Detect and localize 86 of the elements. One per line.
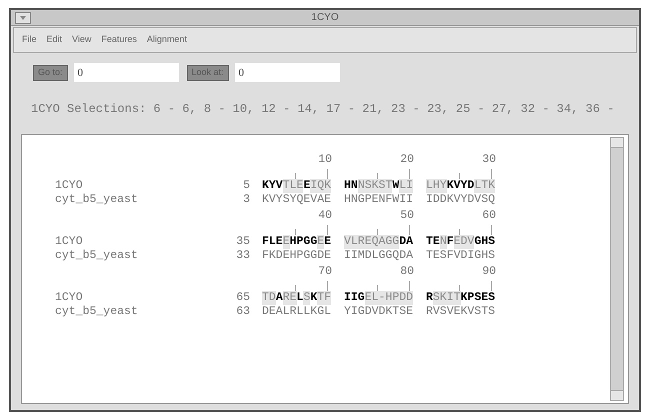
- residue-run: E: [324, 235, 332, 249]
- sequence-text: FKDEHPGGDE: [262, 249, 332, 263]
- ruler-number: 90: [482, 265, 496, 279]
- input-field[interactable]: 0: [234, 63, 340, 82]
- ruler-tick-icon: [409, 281, 411, 291]
- residue-run: KYV: [262, 179, 283, 193]
- ruler-tick-icon: [327, 169, 329, 179]
- residue-run: IIG: [344, 291, 365, 305]
- scrollbar[interactable]: [610, 137, 624, 401]
- start-position: 3: [242, 193, 250, 207]
- sequence-text: IDDKVYDVSQ: [426, 193, 496, 207]
- residue-run: LI: [399, 179, 414, 193]
- sequence-text: HNGPENFWII: [344, 193, 414, 207]
- residue-run: N: [440, 235, 447, 249]
- residue-run: KPSES: [460, 291, 496, 305]
- sequence-text: RVSVEKVSTS: [426, 305, 496, 319]
- ruler-tick-icon: [491, 169, 493, 179]
- start-position: 33: [235, 249, 250, 263]
- sequence-name: 1CYO: [55, 291, 84, 305]
- input-field[interactable]: 0: [74, 63, 179, 82]
- residue-run: IQK: [310, 179, 332, 193]
- ruler-number: 50: [400, 209, 414, 223]
- ruler-number: 60: [482, 209, 496, 223]
- residue-run: TF: [317, 291, 332, 305]
- sequence-text: DEALRLLKGL: [262, 305, 332, 319]
- residue-run: TLE: [282, 179, 304, 193]
- ruler-tick-icon: [327, 281, 329, 291]
- residue-run: E: [317, 235, 324, 249]
- residue-run: L: [296, 291, 304, 305]
- residue-run: KVYD: [446, 179, 474, 193]
- menu-item[interactable]: Features: [101, 33, 137, 47]
- start-position: 35: [235, 235, 250, 249]
- residue-run: TE: [426, 235, 440, 249]
- residue-run: DA: [399, 235, 414, 249]
- residue-run: S: [303, 291, 310, 305]
- window-menu-button[interactable]: [15, 12, 31, 24]
- residue-run: F: [446, 235, 454, 249]
- residue-run: FLE: [262, 235, 283, 249]
- residue-run: LTK: [474, 179, 496, 193]
- start-position: 65: [235, 291, 250, 305]
- ruler-tick-icon: [409, 169, 411, 179]
- window-title: 1CYO: [311, 11, 339, 25]
- residue-run: GHS: [474, 235, 496, 249]
- sequence-name: 1CYO: [55, 235, 84, 249]
- selections-text: 1CYO Selections: 6 - 6, 8 - 10, 12 - 14, 17 - 21, 23 - 23, 25 - 27, 32 - 34, 36 -: [31, 102, 614, 116]
- start-position: 63: [235, 305, 250, 319]
- residue-run: RE: [282, 291, 297, 305]
- ruler-tick-icon: [409, 225, 411, 235]
- residue-run: K: [310, 291, 318, 305]
- sequence-name: cyt_b5_yeast: [55, 249, 139, 263]
- residue-run: R: [426, 291, 433, 305]
- ruler-tick-icon: [491, 281, 493, 291]
- residue-run: HPGG: [290, 235, 318, 249]
- start-position: 5: [242, 179, 250, 193]
- sequence-text: YIGDVDKTSE: [344, 305, 414, 319]
- residue-run: LHY: [426, 179, 447, 193]
- caret-icon: [20, 16, 26, 20]
- residue-run: W: [392, 179, 400, 193]
- ruler-number: 80: [400, 265, 414, 279]
- menu-item[interactable]: Alignment: [146, 33, 187, 47]
- ruler-number: 10: [318, 153, 332, 167]
- residue-run: SKIT: [432, 291, 461, 305]
- residue-run: EDV: [454, 235, 474, 249]
- menu-item[interactable]: View: [72, 33, 92, 47]
- ruler-tick-icon: [327, 225, 329, 235]
- residue-run: EL-HPDD: [364, 291, 414, 305]
- residue-run: E: [282, 235, 290, 249]
- residue-run: HN: [344, 179, 358, 193]
- ruler-tick-icon: [491, 225, 493, 235]
- ruler-number: 20: [400, 153, 414, 167]
- ruler-number: 30: [482, 153, 496, 167]
- sequence-name: 1CYO: [55, 179, 84, 193]
- sequence-text: KVYSYQEVAE: [262, 193, 332, 207]
- residue-run: E: [303, 179, 310, 193]
- menu-item[interactable]: File: [22, 33, 37, 47]
- sequence-name: cyt_b5_yeast: [55, 193, 139, 207]
- residue-run: A: [276, 291, 283, 305]
- menu-item[interactable]: Edit: [46, 33, 62, 47]
- ruler-number: 40: [318, 209, 332, 223]
- residue-run: TD: [262, 291, 276, 305]
- sequence-name: cyt_b5_yeast: [55, 305, 139, 319]
- residue-run: NSKST: [358, 179, 392, 193]
- sequence-text: IIMDLGGQDA: [344, 249, 414, 263]
- residue-run: VLREQAGG: [344, 235, 400, 249]
- sequence-text: TESFVDIGHS: [426, 249, 496, 263]
- ruler-number: 70: [318, 265, 332, 279]
